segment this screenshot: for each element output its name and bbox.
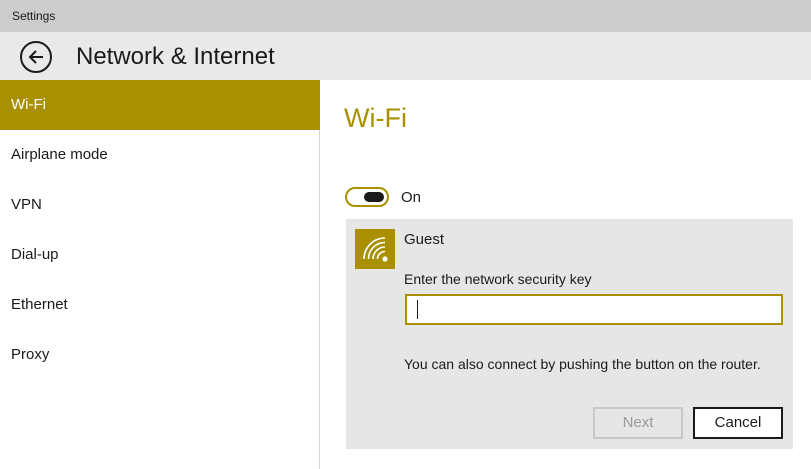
toggle-knob (364, 192, 384, 202)
sidebar: Wi-Fi Airplane mode VPN Dial-up Ethernet… (0, 80, 320, 469)
sidebar-item-wifi[interactable]: Wi-Fi (0, 80, 320, 130)
next-button[interactable]: Next (593, 407, 683, 439)
network-name: Guest (404, 231, 445, 248)
back-button[interactable] (20, 41, 52, 73)
cancel-button[interactable]: Cancel (693, 407, 783, 439)
sidebar-item-proxy[interactable]: Proxy (0, 330, 320, 380)
sidebar-item-vpn[interactable]: VPN (0, 180, 320, 230)
main-content: Wi-Fi On Guest Enter the network securit… (321, 80, 811, 469)
title-bar: Settings (0, 0, 811, 32)
wifi-toggle-label: On (401, 189, 422, 206)
security-key-label: Enter the network security key (404, 271, 592, 287)
sidebar-item-ethernet[interactable]: Ethernet (0, 280, 320, 330)
back-arrow-icon (28, 50, 43, 64)
section-heading: Wi-Fi (344, 103, 407, 133)
wifi-toggle[interactable] (345, 187, 389, 207)
router-hint: You can also connect by pushing the butt… (404, 356, 761, 372)
window-title: Settings (12, 9, 56, 23)
network-connect-panel: Guest Enter the network security key You… (346, 219, 793, 449)
sidebar-item-airplane-mode[interactable]: Airplane mode (0, 130, 320, 180)
page-title: Network & Internet (76, 43, 275, 70)
security-key-input[interactable] (405, 294, 783, 325)
text-caret (417, 300, 418, 319)
wifi-secured-icon (355, 229, 395, 269)
page-header: Network & Internet (0, 32, 811, 80)
sidebar-item-dial-up[interactable]: Dial-up (0, 230, 320, 280)
